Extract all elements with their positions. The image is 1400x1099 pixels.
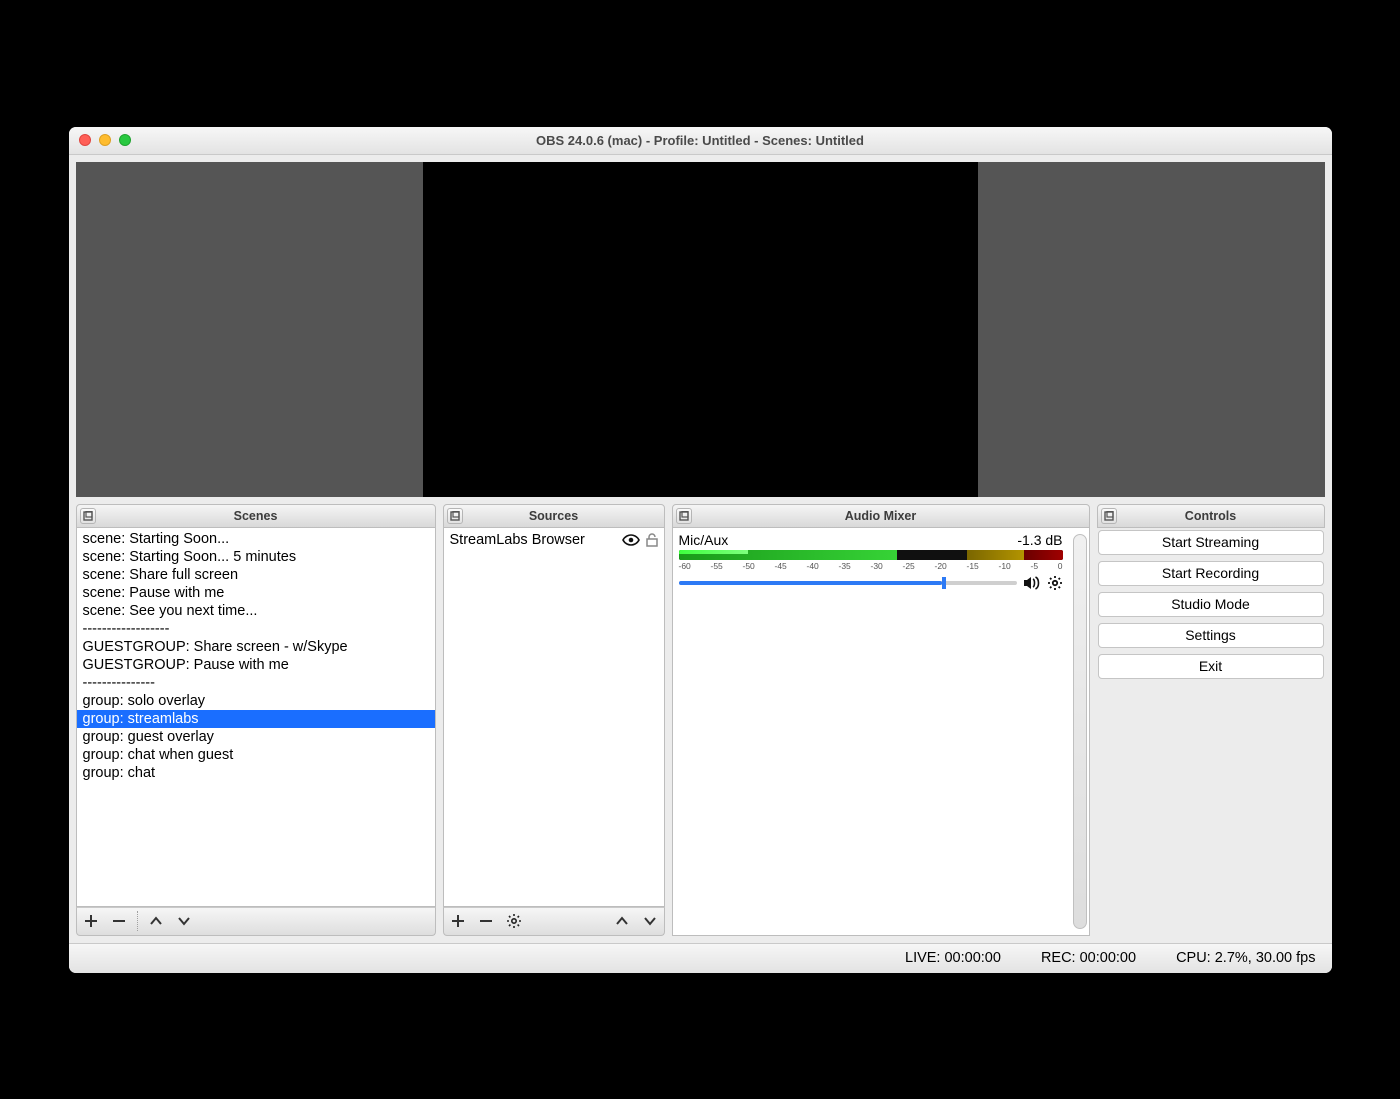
scenes-add-button[interactable] bbox=[77, 907, 105, 935]
scene-item[interactable]: group: chat when guest bbox=[77, 746, 435, 764]
scenes-remove-button[interactable] bbox=[105, 907, 133, 935]
sources-popout-button[interactable] bbox=[447, 508, 463, 524]
studio-mode-button[interactable]: Studio Mode bbox=[1098, 592, 1324, 617]
audio-tick: -10 bbox=[999, 561, 1011, 571]
chevron-down-icon bbox=[643, 916, 657, 926]
audio-mixer-panel: Audio Mixer Mic/Aux -1.3 dB -60-55-50-45… bbox=[672, 504, 1090, 936]
audio-tick: -60 bbox=[679, 561, 691, 571]
audio-tick: -55 bbox=[711, 561, 723, 571]
audio-track-db: -1.3 dB bbox=[1017, 532, 1062, 548]
preview-canvas[interactable] bbox=[423, 162, 978, 497]
plus-icon bbox=[84, 914, 98, 928]
chevron-up-icon bbox=[149, 916, 163, 926]
sources-header: Sources bbox=[443, 504, 665, 528]
scenes-header: Scenes bbox=[76, 504, 436, 528]
audio-track: Mic/Aux -1.3 dB -60-55-50-45-40-35-30-25… bbox=[679, 532, 1083, 591]
status-live: LIVE: 00:00:00 bbox=[905, 950, 1001, 966]
audio-popout-button[interactable] bbox=[676, 508, 692, 524]
sources-properties-button[interactable] bbox=[500, 907, 528, 935]
controls-panel: Controls Start Streaming Start Recording… bbox=[1097, 504, 1325, 936]
audio-scrollbar[interactable] bbox=[1073, 534, 1087, 929]
scenes-title: Scenes bbox=[234, 509, 278, 523]
audio-tick: -20 bbox=[935, 561, 947, 571]
controls-header: Controls bbox=[1097, 504, 1325, 528]
sources-list[interactable]: StreamLabs Browser bbox=[443, 528, 665, 907]
titlebar: OBS 24.0.6 (mac) - Profile: Untitled - S… bbox=[69, 127, 1332, 155]
preview-area bbox=[76, 162, 1325, 497]
scenes-move-up-button[interactable] bbox=[142, 907, 170, 935]
scene-item[interactable]: GUESTGROUP: Share screen - w/Skype bbox=[77, 638, 435, 656]
controls-title: Controls bbox=[1185, 509, 1236, 523]
scenes-popout-button[interactable] bbox=[80, 508, 96, 524]
sources-title: Sources bbox=[529, 509, 578, 523]
lock-icon[interactable] bbox=[646, 533, 658, 547]
start-recording-button[interactable]: Start Recording bbox=[1098, 561, 1324, 586]
controls-popout-button[interactable] bbox=[1101, 508, 1117, 524]
sources-move-up-button[interactable] bbox=[608, 907, 636, 935]
eye-icon[interactable] bbox=[622, 534, 640, 546]
scene-item[interactable]: scene: Pause with me bbox=[77, 584, 435, 602]
audio-tick: 0 bbox=[1058, 561, 1063, 571]
chevron-up-icon bbox=[615, 916, 629, 926]
minus-icon bbox=[479, 914, 493, 928]
popout-icon bbox=[1104, 511, 1114, 521]
popout-icon bbox=[679, 511, 689, 521]
scene-item[interactable]: scene: Share full screen bbox=[77, 566, 435, 584]
chevron-down-icon bbox=[177, 916, 191, 926]
scenes-move-down-button[interactable] bbox=[170, 907, 198, 935]
audio-settings-button[interactable] bbox=[1047, 575, 1063, 591]
window-title: OBS 24.0.6 (mac) - Profile: Untitled - S… bbox=[69, 133, 1332, 148]
audio-title: Audio Mixer bbox=[845, 509, 917, 523]
scene-item[interactable]: scene: See you next time... bbox=[77, 602, 435, 620]
audio-tick: -35 bbox=[839, 561, 851, 571]
audio-body: Mic/Aux -1.3 dB -60-55-50-45-40-35-30-25… bbox=[672, 528, 1090, 936]
scenes-list[interactable]: scene: Starting Soon...scene: Starting S… bbox=[77, 528, 435, 784]
source-item[interactable]: StreamLabs Browser bbox=[444, 528, 664, 552]
scene-item[interactable]: GUESTGROUP: Pause with me bbox=[77, 656, 435, 674]
audio-meter bbox=[679, 550, 1063, 560]
scene-item[interactable]: --------------- bbox=[77, 674, 435, 692]
audio-tick: -25 bbox=[903, 561, 915, 571]
minus-icon bbox=[112, 914, 126, 928]
speaker-icon[interactable] bbox=[1023, 576, 1041, 590]
status-cpu: CPU: 2.7%, 30.00 fps bbox=[1176, 950, 1315, 966]
exit-button[interactable]: Exit bbox=[1098, 654, 1324, 679]
settings-button[interactable]: Settings bbox=[1098, 623, 1324, 648]
scenes-toolbar bbox=[76, 907, 436, 936]
sources-toolbar bbox=[443, 907, 665, 936]
status-rec: REC: 00:00:00 bbox=[1041, 950, 1136, 966]
sources-add-button[interactable] bbox=[444, 907, 472, 935]
scene-item[interactable]: scene: Starting Soon... bbox=[77, 530, 435, 548]
popout-icon bbox=[450, 511, 460, 521]
audio-tick: -45 bbox=[775, 561, 787, 571]
volume-slider[interactable] bbox=[679, 581, 1017, 585]
scene-item[interactable]: scene: Starting Soon... 5 minutes bbox=[77, 548, 435, 566]
status-bar: LIVE: 00:00:00 REC: 00:00:00 CPU: 2.7%, … bbox=[69, 943, 1332, 973]
obs-main-window: OBS 24.0.6 (mac) - Profile: Untitled - S… bbox=[69, 127, 1332, 973]
source-label: StreamLabs Browser bbox=[450, 532, 616, 548]
sources-move-down-button[interactable] bbox=[636, 907, 664, 935]
scene-item[interactable]: group: streamlabs bbox=[77, 710, 435, 728]
gear-icon bbox=[1047, 575, 1063, 591]
audio-ticks: -60-55-50-45-40-35-30-25-20-15-10-50 bbox=[679, 561, 1063, 571]
scene-item[interactable]: group: guest overlay bbox=[77, 728, 435, 746]
audio-tick: -15 bbox=[967, 561, 979, 571]
audio-tick: -30 bbox=[871, 561, 883, 571]
audio-header: Audio Mixer bbox=[672, 504, 1090, 528]
plus-icon bbox=[451, 914, 465, 928]
sources-remove-button[interactable] bbox=[472, 907, 500, 935]
scene-item[interactable]: group: solo overlay bbox=[77, 692, 435, 710]
gear-icon bbox=[506, 913, 522, 929]
scene-item[interactable]: group: chat bbox=[77, 764, 435, 782]
audio-track-name: Mic/Aux bbox=[679, 532, 729, 548]
scenes-panel: Scenes scene: Starting Soon...scene: Sta… bbox=[76, 504, 436, 936]
popout-icon bbox=[83, 511, 93, 521]
scene-item[interactable]: ------------------ bbox=[77, 620, 435, 638]
start-streaming-button[interactable]: Start Streaming bbox=[1098, 530, 1324, 555]
audio-tick: -40 bbox=[807, 561, 819, 571]
audio-tick: -50 bbox=[743, 561, 755, 571]
audio-tick: -5 bbox=[1031, 561, 1039, 571]
sources-panel: Sources StreamLabs Browser bbox=[443, 504, 665, 936]
